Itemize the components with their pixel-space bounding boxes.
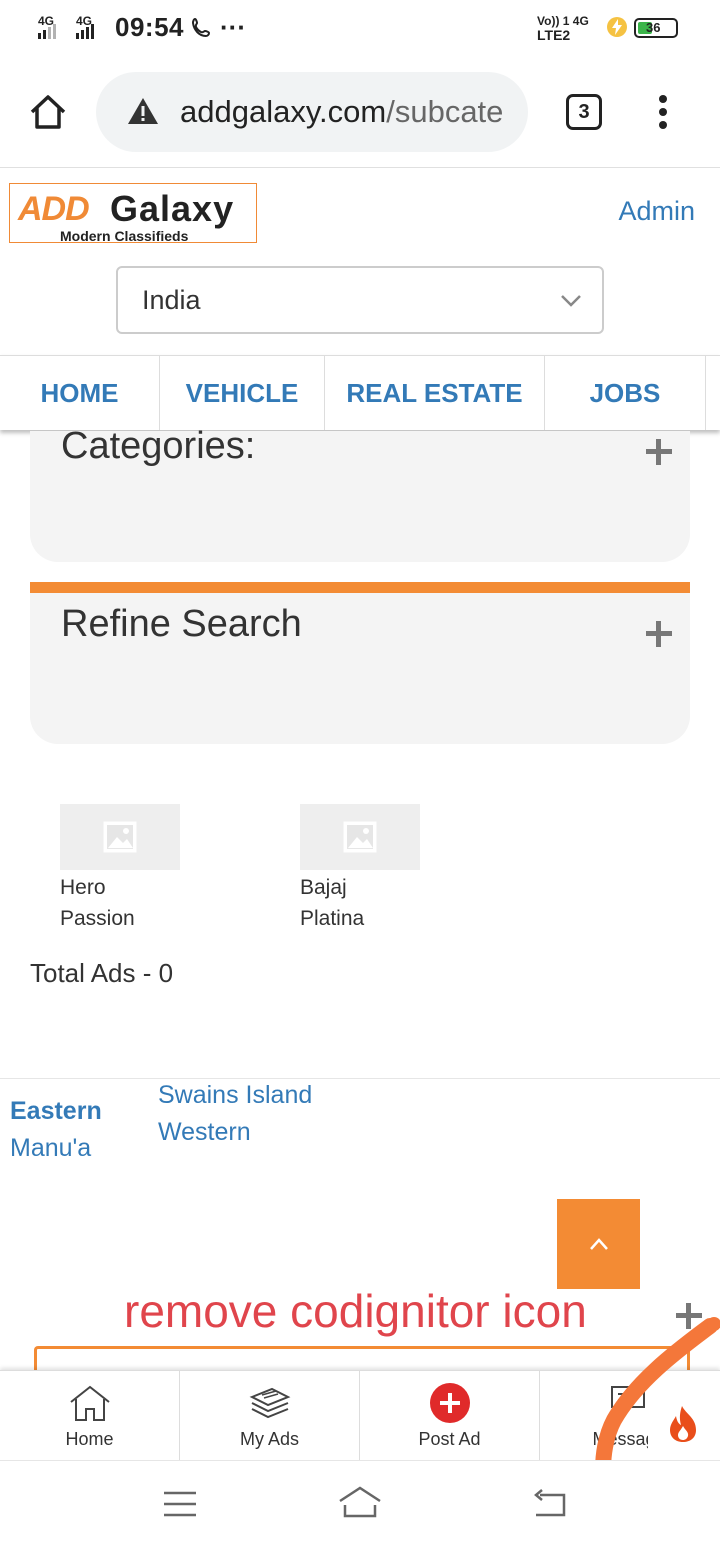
clock: 09:54 — [115, 12, 184, 42]
categories-expand-icon[interactable] — [646, 439, 672, 465]
battery-icon: 36 — [634, 18, 678, 38]
image-placeholder-icon — [343, 821, 377, 853]
item-title-line2: Platina — [300, 907, 365, 930]
logo-tagline: Modern Classifieds — [60, 228, 189, 244]
item-title-link[interactable]: Bajaj Platina — [300, 872, 420, 934]
item-title-line2: Passion — [60, 907, 135, 930]
item-title-line1: Bajaj — [300, 876, 347, 899]
annotation-text: remove codignitor icon — [124, 1285, 587, 1337]
back-to-top-button[interactable] — [557, 1199, 640, 1289]
url-text[interactable]: addgalaxy.com/subcate — [180, 94, 503, 130]
call-icon — [191, 17, 211, 38]
browser-home-icon[interactable] — [28, 92, 68, 132]
country-select-value: India — [142, 285, 201, 315]
region-western-link[interactable]: Western — [158, 1118, 251, 1147]
image-placeholder-icon — [103, 821, 137, 853]
app-nav-my-ads[interactable]: My Ads — [180, 1371, 360, 1461]
my-ads-icon — [249, 1387, 291, 1419]
url-path: /subcate — [386, 94, 504, 129]
app-nav-home[interactable]: Home — [0, 1371, 180, 1461]
region-eastern-link[interactable]: Eastern — [10, 1097, 102, 1126]
tab-switcher-button[interactable]: 3 — [566, 94, 602, 130]
app-nav-my-ads-label: My Ads — [239, 1429, 300, 1449]
status-bar: 4G 4G 09:54 ··· Vo)) 1 4G LTE2 36 — [0, 0, 720, 56]
system-nav-bar — [0, 1460, 720, 1544]
plus-circle-icon — [430, 1383, 470, 1423]
region-manua-link[interactable]: Manu'a — [10, 1134, 91, 1163]
admin-link[interactable]: Admin — [618, 196, 695, 227]
item-title-line1: Hero — [60, 876, 106, 899]
lte-label: LTE2 — [537, 27, 571, 43]
app-nav-post-ad-label: Post Ad — [418, 1429, 481, 1449]
back-icon[interactable] — [530, 1487, 568, 1519]
chevron-up-icon — [590, 1238, 608, 1250]
address-bar[interactable]: addgalaxy.com/subcate — [96, 72, 528, 152]
home-icon — [70, 1385, 110, 1421]
country-select[interactable]: India — [116, 266, 604, 334]
nav-jobs[interactable]: JOBS — [545, 356, 706, 430]
network-label: Vo)) 1 4G — [537, 14, 589, 28]
nav-real-estate[interactable]: REAL ESTATE — [325, 356, 545, 430]
url-domain: addgalaxy.com — [180, 94, 387, 129]
chevron-down-icon — [561, 295, 581, 307]
refine-search-panel: Refine Search — [30, 593, 690, 744]
signal-1-icon — [38, 24, 56, 39]
main-nav: HOME VEHICLE REAL ESTATE JOBS — [0, 355, 720, 430]
system-home-icon[interactable] — [336, 1485, 384, 1519]
nav-home[interactable]: HOME — [0, 356, 160, 430]
item-thumbnail[interactable] — [60, 804, 180, 870]
nav-vehicle[interactable]: VEHICLE — [160, 356, 325, 430]
categories-panel: Categories: — [30, 425, 690, 562]
logo-galaxy-text: Galaxy — [110, 188, 235, 229]
region-swains-island-link[interactable]: Swains Island — [158, 1081, 312, 1110]
recent-apps-icon[interactable] — [162, 1489, 198, 1519]
signal-2-icon — [76, 24, 94, 39]
charging-icon — [607, 17, 627, 37]
refine-expand-icon[interactable] — [646, 621, 672, 647]
more-notifications-icon: ··· — [220, 12, 246, 42]
app-nav-post-ad[interactable]: Post Ad — [360, 1371, 540, 1461]
browser-menu-icon[interactable] — [654, 94, 672, 134]
refine-search-title: Refine Search — [61, 603, 302, 645]
app-nav-home-label: Home — [65, 1429, 114, 1449]
browser-toolbar: addgalaxy.com/subcate 3 — [0, 56, 720, 168]
insecure-warning-icon[interactable] — [126, 96, 160, 126]
item-title-link[interactable]: Hero Passion — [60, 872, 180, 934]
item-thumbnail[interactable] — [300, 804, 420, 870]
total-ads-count: Total Ads - 0 — [30, 958, 174, 988]
refine-accent-bar — [30, 582, 690, 593]
battery-level: 36 — [646, 20, 661, 35]
categories-title: Categories: — [61, 425, 256, 467]
logo-add-text: ADD — [18, 190, 90, 228]
site-logo[interactable]: ADD Galaxy Modern Classifieds — [9, 183, 257, 244]
divider — [0, 1078, 720, 1079]
